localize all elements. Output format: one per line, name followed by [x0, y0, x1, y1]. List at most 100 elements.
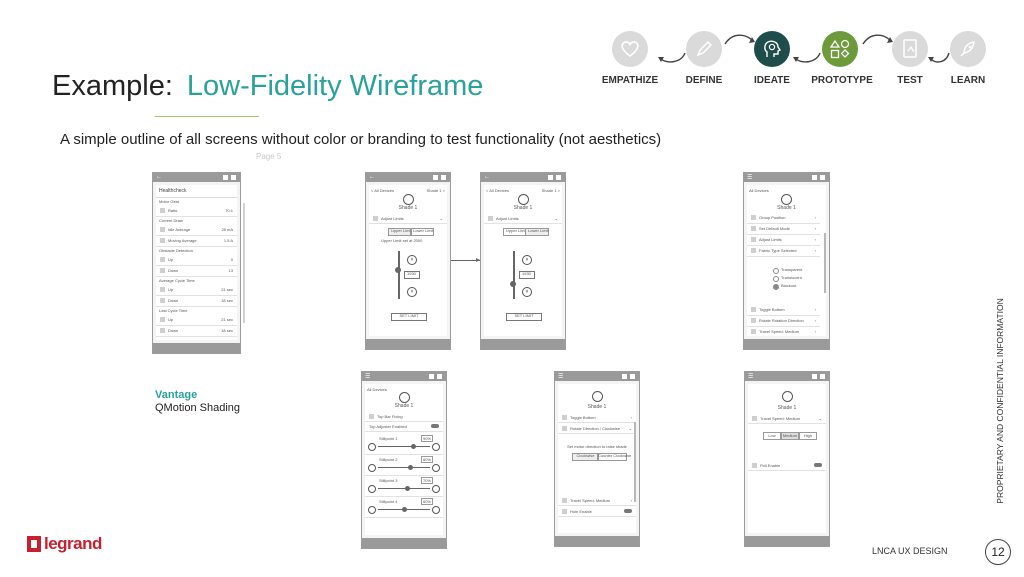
hamburger-menu-icon[interactable]: ☰ — [748, 373, 753, 380]
plus-button[interactable] — [432, 464, 440, 472]
limit-slider-handle[interactable] — [395, 267, 401, 273]
down-arrow-button[interactable]: ˅ — [522, 287, 532, 297]
hole-toggle[interactable] — [624, 509, 632, 513]
back-arrow-icon: ← — [156, 174, 162, 180]
row-label: Fabric Type Selected — [759, 248, 797, 253]
phone-nav-bar — [153, 343, 240, 353]
hamburger-menu-icon[interactable]: ☰ — [365, 373, 370, 380]
up-arrow-button[interactable]: ˄ — [522, 255, 532, 265]
row-value: 21 sec — [221, 317, 233, 322]
lightbulb-head-icon — [764, 40, 782, 57]
list-item: Moving Average 1.5 A — [156, 236, 237, 247]
pencil-icon — [696, 40, 713, 57]
upper-limit-tab[interactable]: Upper Limit — [388, 228, 412, 236]
chevron-right-icon: › — [814, 329, 816, 334]
wireframe-stillpoints: ☰ All Devices Shade 1 Top Bar Fixing Top… — [361, 371, 447, 549]
up-arrow-button[interactable]: ˄ — [407, 255, 417, 265]
minus-button[interactable] — [368, 485, 376, 493]
list-item[interactable]: Set Default Mode › — [747, 224, 820, 235]
set-limit-button[interactable]: SET LIMIT — [506, 313, 542, 321]
radio-icon[interactable] — [773, 276, 779, 282]
stillpoint-label: Stillpoint 4 — [379, 499, 398, 504]
section-title: Motor Gear — [159, 199, 180, 204]
list-item: Down 18 sec — [156, 296, 237, 307]
minus-button[interactable] — [368, 464, 376, 472]
radio-icon[interactable] — [773, 268, 779, 274]
pull-toggle[interactable] — [814, 463, 822, 467]
lower-limit-tab[interactable]: Lower Limit — [525, 228, 549, 236]
travel-speed-row[interactable]: Travel Speed: Medium › — [558, 496, 636, 506]
clockwise-option[interactable]: Clockwise — [572, 453, 599, 461]
adjust-limits-row[interactable]: Adjust Limits ⌄ — [369, 214, 447, 224]
limit-slider-track[interactable] — [513, 251, 515, 299]
minus-button[interactable] — [368, 443, 376, 451]
stillpoint-slider-handle[interactable] — [405, 486, 410, 491]
arrow-define-to-ideate — [724, 34, 755, 45]
shade-logo-icon — [484, 192, 562, 205]
stillpoint-percent: 70% — [420, 477, 433, 484]
row-value: 0 — [230, 257, 233, 262]
list-item[interactable]: Adjust Limits › — [747, 235, 820, 246]
speed-option[interactable]: Medium — [781, 432, 799, 440]
checkbox-icon — [751, 307, 756, 312]
lower-limit-tab[interactable]: Lower Limit — [410, 228, 434, 236]
hamburger-menu-icon[interactable]: ☰ — [747, 174, 752, 181]
list-item[interactable]: Group Position › — [747, 213, 820, 224]
top-adjuster-row[interactable]: Top Adjuster Enabled — [365, 422, 443, 432]
adjuster-toggle[interactable] — [431, 424, 439, 428]
minus-button[interactable] — [368, 506, 376, 514]
upper-limit-tab[interactable]: Upper Limit — [503, 228, 527, 236]
stillpoint-percent: 90% — [420, 435, 433, 442]
adjust-limits-row[interactable]: Adjust Limits ⌄ — [484, 214, 562, 224]
list-item[interactable]: Travel Speed: Medium › — [747, 327, 820, 336]
limit-slider-track[interactable] — [398, 251, 400, 299]
hole-enable-row[interactable]: Hole Enable — [558, 507, 636, 517]
checkbox-icon — [160, 208, 165, 213]
set-limit-button[interactable]: SET LIMIT — [391, 313, 427, 321]
stillpoint-label: Stillpoint 2 — [379, 457, 398, 462]
chevron-right-icon: › — [814, 226, 816, 231]
stillpoint-slider-track[interactable] — [378, 446, 430, 447]
row-label: Up — [168, 287, 174, 292]
down-arrow-button[interactable]: ˅ — [407, 287, 417, 297]
plus-button[interactable] — [432, 506, 440, 514]
hamburger-menu-icon[interactable]: ☰ — [558, 373, 563, 380]
stillpoint-slider-handle[interactable] — [402, 507, 407, 512]
scrollbar[interactable] — [243, 203, 245, 323]
top-bar-row[interactable]: Top Bar Fixing — [365, 412, 443, 422]
direction-prompt: Set motor direction to raise shade — [567, 444, 627, 449]
row-label: Moving Average — [168, 238, 197, 243]
list-item[interactable]: Fabric Type Selected › — [747, 246, 820, 257]
ideate-step-circle — [754, 31, 790, 67]
pull-enable-row[interactable]: Pull Enable — [748, 461, 826, 471]
learn-step-circle — [950, 31, 986, 67]
limit-slider-handle[interactable] — [510, 281, 516, 287]
toggle-bottom-row[interactable]: Toggle Bottom › — [558, 413, 636, 423]
speed-option[interactable]: Low — [763, 432, 781, 440]
stillpoint-slider-handle[interactable] — [408, 465, 413, 470]
step-label-ideate: IDEATE — [754, 75, 790, 86]
scrollbar[interactable] — [634, 422, 636, 502]
row-label: Down — [168, 298, 179, 303]
travel-speed-row[interactable]: Travel Speed: Medium ⌄ — [748, 414, 826, 424]
limit-hint: Upper Limit set at 2000 — [381, 238, 423, 243]
row-label: Travel Speed: Medium — [759, 329, 800, 334]
scrollbar[interactable] — [824, 233, 826, 293]
row-label: Up — [168, 257, 174, 262]
stillpoint-slider-track[interactable] — [378, 467, 430, 468]
wireframe-lower-limit: ← < All Devices Shade 1 > Shade 1 Adjust… — [480, 172, 566, 350]
stillpoint-label: Stillpoint 3 — [379, 478, 398, 483]
stillpoint-slider-handle[interactable] — [411, 444, 416, 449]
section-title: Last Cycle Time — [159, 308, 188, 313]
counter-clockwise-option[interactable]: Counter Clockwise — [597, 453, 631, 461]
plus-button[interactable] — [432, 443, 440, 451]
list-item[interactable]: Toggle Bottom › — [747, 305, 820, 316]
radio-icon[interactable] — [773, 284, 779, 290]
page-label: Page 5 — [256, 152, 282, 161]
plus-button[interactable] — [432, 485, 440, 493]
speed-option[interactable]: High — [799, 432, 817, 440]
list-item[interactable]: Rotate Rotation Direction › — [747, 316, 820, 327]
wireframe-travel-speed: ☰ Shade 1 Travel Speed: Medium ⌄ Low Mediu… — [744, 371, 830, 547]
rotate-direction-row[interactable]: Rotate Direction / Clockwise ⌄ — [558, 424, 636, 434]
stillpoint-slider-track[interactable] — [378, 488, 430, 489]
